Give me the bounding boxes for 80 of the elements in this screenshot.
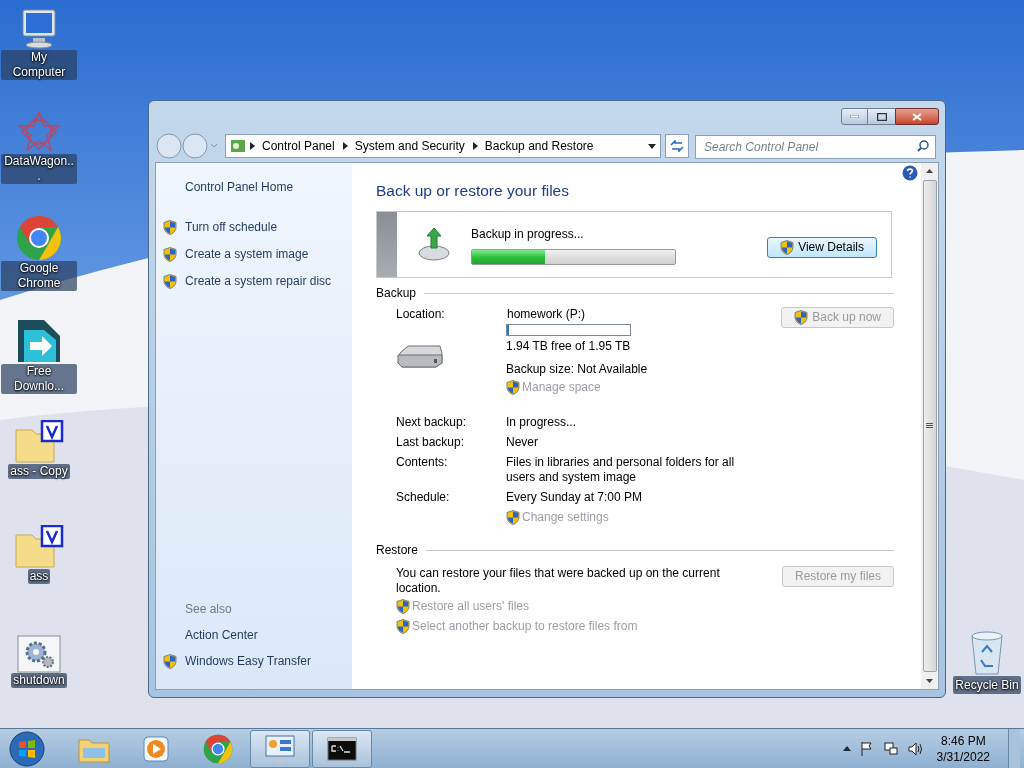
shield-icon	[505, 380, 520, 395]
show-desktop-button[interactable]	[1008, 728, 1020, 768]
flag-icon	[858, 740, 875, 757]
desktop-icon-label[interactable]: ass	[27, 569, 51, 584]
close-icon	[912, 112, 922, 121]
close-button[interactable]	[895, 108, 939, 125]
scrollbar-thumb[interactable]	[922, 180, 937, 672]
scrollbar[interactable]	[921, 163, 938, 689]
speaker-icon	[906, 740, 923, 757]
section-heading: Backup	[375, 286, 416, 301]
desktop-icon-label[interactable]: Recycle Bin	[953, 676, 1021, 694]
shield-icon	[505, 510, 520, 525]
backup-drive-icon	[416, 226, 451, 262]
refresh-button[interactable]	[665, 134, 689, 158]
status-text: Backup in progress...	[470, 227, 585, 242]
address-bar[interactable]: Control Panel System and Security Backup and Restore	[225, 134, 661, 158]
field-label: Next backup:	[395, 415, 467, 430]
breadcrumb-item[interactable]: Control Panel	[262, 137, 335, 155]
sidebar-link[interactable]: Create a system image	[185, 245, 309, 263]
chrome-icon	[16, 215, 62, 261]
gear-icon	[17, 635, 61, 673]
field-label: Contents:	[395, 455, 449, 471]
sidebar-link[interactable]: Turn off schedule	[185, 218, 278, 236]
refresh-icon	[670, 140, 684, 152]
tray-expand-icon	[842, 746, 851, 751]
breadcrumb-item[interactable]: Backup and Restore	[484, 137, 594, 155]
page-title: Back up or restore your files	[375, 181, 570, 201]
breadcrumb-item[interactable]: System and Security	[354, 137, 465, 155]
free-space-text: 1.94 TB free of 1.95 TB	[505, 339, 632, 354]
media-player-icon	[142, 734, 170, 763]
sidebar-link[interactable]: Control Panel Home	[185, 178, 344, 196]
field-label: Schedule:	[395, 490, 451, 505]
backup-size-text: Backup size: Not Available	[505, 362, 649, 377]
field-value: Files in libraries and personal folders for all users and system image	[505, 455, 736, 485]
chevron-right-icon	[342, 142, 348, 150]
download-app-icon	[16, 318, 62, 364]
restore-description: You can restore your files that were backed up on the current location.	[395, 566, 721, 596]
grip-icon	[926, 423, 933, 429]
clock-time[interactable]: 8:46 PM	[940, 732, 986, 749]
hard-drive-icon	[395, 343, 444, 369]
folder-icon	[14, 525, 64, 569]
field-label: Location:	[395, 307, 446, 322]
sidebar-heading: See also	[185, 601, 233, 618]
shield-icon	[395, 619, 410, 634]
field-value: Never	[505, 435, 539, 450]
network-icon	[882, 740, 899, 757]
search-field[interactable]: Search Control Panel	[695, 135, 936, 159]
desktop-icon-label[interactable]: My Computer	[1, 50, 77, 80]
folder-icon	[14, 420, 64, 464]
sidebar-link[interactable]: Windows Easy Transfer	[185, 652, 312, 670]
status-side-strip	[376, 212, 397, 277]
desktop-icon-label[interactable]: ass - Copy	[8, 464, 70, 479]
location-value: homework (P:)	[506, 307, 586, 322]
shield-icon	[395, 599, 410, 614]
desktop-icon-label[interactable]: shutdown	[11, 673, 67, 688]
field-value: Every Sunday at 7:00 PM	[505, 490, 644, 505]
maximize-button[interactable]	[868, 108, 895, 125]
desktop-icon-label[interactable]: Google Chrome	[1, 261, 77, 291]
console-icon	[327, 736, 357, 761]
clock-date[interactable]: 3/31/2022	[936, 748, 990, 765]
taskbar-button[interactable]	[312, 729, 372, 768]
search-icon	[917, 140, 929, 152]
chrome-icon	[203, 733, 233, 764]
chevron-right-icon	[250, 142, 255, 150]
field-value: In progress...	[505, 415, 577, 430]
sidebar-link[interactable]: Action Center	[185, 626, 258, 644]
sidebar-link[interactable]: Create a system repair disc	[185, 272, 332, 290]
shield-icon	[780, 240, 795, 255]
section-heading: Restore	[375, 543, 418, 558]
windows-logo-icon	[9, 730, 45, 767]
chevron-right-icon	[472, 142, 478, 150]
desktop-icon-label[interactable]: DataWagon...	[1, 154, 77, 184]
shield-icon	[794, 310, 809, 325]
field-label: Last backup:	[395, 435, 465, 450]
desktop-icon-label[interactable]: Free Downlo...	[1, 364, 77, 394]
maximize-icon	[876, 112, 887, 121]
minimize-icon	[850, 115, 859, 118]
star-pattern-icon	[17, 110, 61, 154]
recycle-bin-icon	[968, 630, 1006, 676]
view-details-button[interactable]: View Details	[767, 237, 877, 258]
